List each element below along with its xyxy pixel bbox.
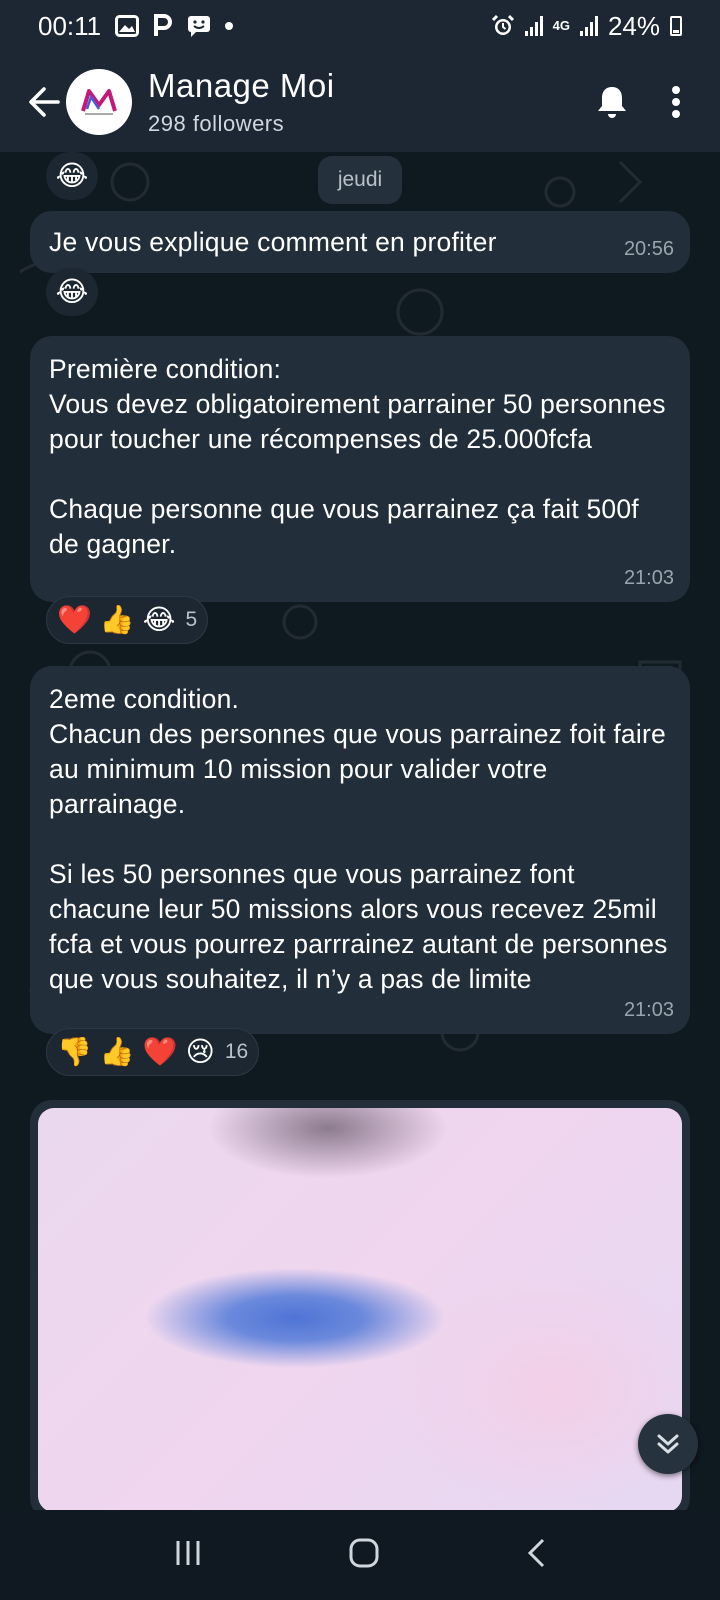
- blurred-image[interactable]: [38, 1108, 682, 1510]
- reaction-pill-2[interactable]: ❤️ 👍 😂 5: [46, 596, 209, 644]
- signal-icon: [524, 16, 543, 36]
- bell-icon: [598, 87, 626, 118]
- reaction-pill-3[interactable]: 👎 👍 ❤️ 😢 16: [46, 1028, 260, 1076]
- nav-back-button[interactable]: [525, 1537, 547, 1574]
- status-time: 00:11: [38, 10, 102, 41]
- alarm-icon: [491, 14, 515, 38]
- double-chevron-down-icon: [657, 1434, 679, 1454]
- chat-header: Manage Moi 298 followers: [0, 52, 720, 152]
- message-text: Première condition: Vous devez obligatoi…: [49, 354, 666, 559]
- more-button[interactable]: [644, 70, 708, 134]
- battery-percent: 24%: [607, 10, 660, 41]
- message-text: 2eme condition. Chacun des personnes que…: [49, 684, 668, 994]
- thumbs-up-emoji-icon: 👍: [99, 1035, 135, 1068]
- crying-emoji-icon: 😢: [185, 1035, 215, 1068]
- arrow-left-icon: [29, 87, 60, 117]
- message-time: 21:03: [623, 999, 674, 1021]
- signal-icon-2: [579, 16, 598, 36]
- battery-icon: [670, 16, 682, 36]
- reaction-count: 16: [224, 1040, 249, 1063]
- parking-icon: [153, 14, 173, 38]
- thumbs-down-emoji-icon: 👎: [57, 1035, 92, 1068]
- home-button[interactable]: [348, 1537, 380, 1574]
- message-bubble-3[interactable]: 2eme condition. Chacun des personnes que…: [30, 666, 690, 1034]
- recents-icon: [176, 1540, 200, 1565]
- message-text: Je vous explique comment en profiter: [49, 227, 497, 257]
- manage-moi-logo-icon: [81, 89, 117, 115]
- telegram-channel-screen: 00:11 4G 24% Manage Moi 298 followers 😂 …: [0, 0, 720, 1600]
- message-bubble-2[interactable]: Première condition: Vous devez obligatoi…: [30, 336, 690, 602]
- heart-emoji-icon: ❤️: [142, 1035, 178, 1068]
- scroll-to-bottom-button[interactable]: [638, 1414, 698, 1474]
- laughing-emoji-icon: 😂: [55, 159, 89, 192]
- status-bar: 00:11 4G 24%: [0, 0, 720, 52]
- more-vertical-icon: [672, 86, 680, 118]
- network-type: 4G: [552, 18, 570, 33]
- heart-emoji-icon: ❤️: [57, 603, 92, 636]
- channel-avatar[interactable]: [66, 69, 132, 135]
- reaction-count: 5: [185, 608, 198, 631]
- notification-dot-icon: [225, 22, 234, 30]
- laughing-emoji-icon: 😂: [55, 275, 89, 308]
- message-bubble-1[interactable]: Je vous explique comment en profiter 20:…: [30, 211, 690, 273]
- laughing-emoji-icon: 😂: [142, 603, 176, 636]
- system-nav-bar: [0, 1510, 720, 1600]
- date-separator: jeudi: [318, 156, 402, 204]
- chat-smile-icon: [187, 15, 211, 37]
- recents-button[interactable]: [173, 1538, 203, 1573]
- media-message[interactable]: [30, 1100, 690, 1510]
- reaction-pill-1[interactable]: 😂: [46, 268, 98, 316]
- message-time: 21:03: [623, 567, 674, 589]
- message-list[interactable]: 😂 jeudi Je vous explique comment en prof…: [0, 152, 720, 1510]
- home-icon: [349, 1538, 379, 1567]
- channel-name[interactable]: Manage Moi: [148, 67, 335, 105]
- message-time: 20:56: [623, 238, 674, 260]
- gallery-icon: [115, 15, 140, 37]
- reaction-top[interactable]: 😂: [46, 152, 98, 200]
- chevron-left-icon: [528, 1538, 545, 1567]
- mute-button[interactable]: [580, 70, 644, 134]
- thumbs-up-emoji-icon: 👍: [99, 603, 135, 636]
- followers-count: 298 followers: [148, 111, 285, 136]
